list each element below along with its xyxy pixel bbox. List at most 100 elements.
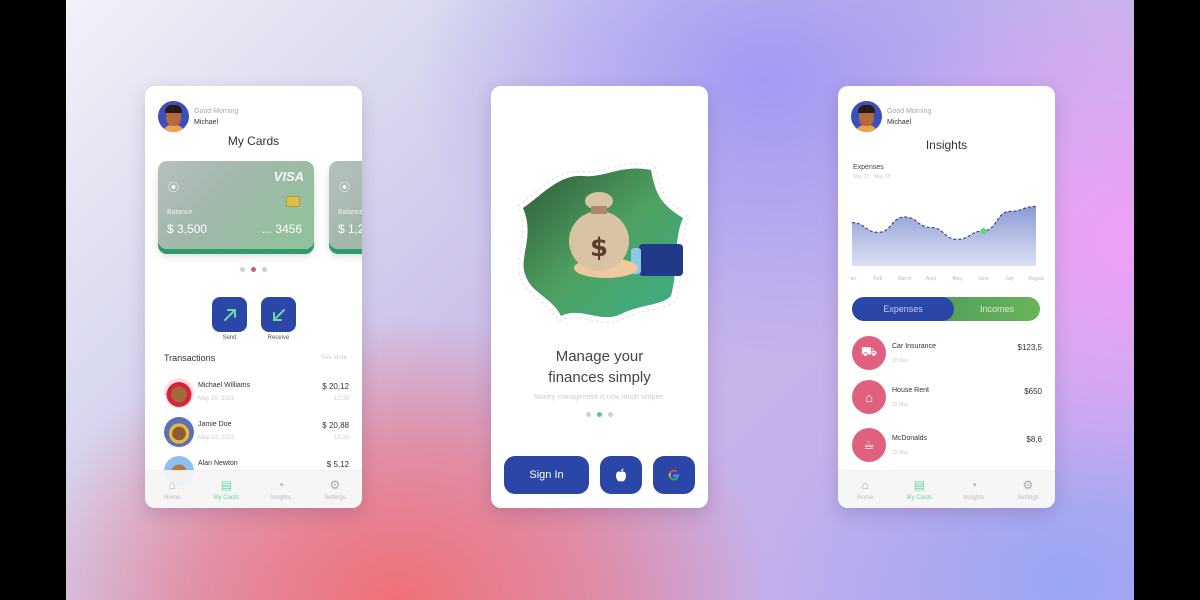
avatar[interactable] <box>851 101 882 132</box>
bottom-nav: ⌂ Home ▤ My Cards ◔ Insights ⚙ Settings <box>145 470 362 508</box>
expense-row[interactable]: ⛟ Car Insurance 15 May $123,5 <box>852 336 1042 374</box>
contactless-icon: ⦿ <box>168 182 179 194</box>
nav-label: Insights <box>963 495 984 501</box>
nav-settings[interactable]: ⚙ Settings <box>310 478 360 501</box>
card-icon: ▤ <box>913 478 926 492</box>
nav-label: Home <box>164 495 181 501</box>
sign-in-button[interactable]: Sign In <box>504 456 589 494</box>
car-icon: ⛟ <box>852 336 886 370</box>
nav-insights[interactable]: ◔ Insights <box>256 478 306 501</box>
greeting-header: Good Morning Michael <box>158 101 238 132</box>
transaction-name: Jamie Doe <box>198 421 232 428</box>
house-icon: ⌂ <box>852 380 886 414</box>
expense-row[interactable]: ☕ McDonalds 23 May $8,6 <box>852 428 1042 466</box>
card-balance: $ 3,500 <box>167 222 208 236</box>
x-tick-label: March <box>898 276 912 282</box>
credit-card[interactable]: ⦿ VISA Balance $ 3,500 ... 3456 <box>158 161 314 249</box>
transaction-row[interactable]: Michael Williams May 25, 2021 $ 20,12 12… <box>164 378 349 412</box>
google-icon <box>668 469 680 481</box>
transaction-amount: $ 20,88 <box>322 421 349 430</box>
send-button[interactable] <box>212 297 247 332</box>
x-tick-label: Jan <box>850 276 856 282</box>
tab-incomes[interactable]: Incomes <box>954 297 1040 321</box>
card-number: ... 3456 <box>261 222 302 236</box>
expense-amount: $123,5 <box>1017 343 1042 352</box>
transaction-time: 12:35 <box>333 396 349 402</box>
receive-button[interactable] <box>261 297 296 332</box>
home-icon: ⌂ <box>168 478 176 492</box>
apple-sign-in-button[interactable] <box>600 456 642 494</box>
user-name: Michael <box>194 118 219 126</box>
home-icon: ⌂ <box>861 478 869 492</box>
nav-settings[interactable]: ⚙ Settings <box>1003 478 1053 501</box>
nav-home[interactable]: ⌂ Home <box>147 478 197 501</box>
card-icon: ▤ <box>220 478 233 492</box>
avatar <box>164 378 194 408</box>
nav-label: Insights <box>270 495 291 501</box>
greeting-text: Good Morning <box>887 107 932 115</box>
tab-expenses[interactable]: Expenses <box>852 297 954 321</box>
nav-label: My Cards <box>213 495 240 501</box>
x-tick-label: April <box>926 276 936 282</box>
card-brand: VISA <box>273 169 304 184</box>
transaction-amount: $ 20,12 <box>322 382 349 391</box>
send-label: Send <box>222 335 237 341</box>
expenses-area-chart: Jan Feb March April May June July August <box>850 205 1044 282</box>
pager-dot[interactable] <box>240 267 245 272</box>
contactless-icon: ⦿ <box>339 182 350 194</box>
greeting-header: Good Morning Michael <box>851 101 931 132</box>
expense-amount: $650 <box>1024 387 1042 396</box>
transaction-row[interactable]: Jamie Doe May 23, 2021 $ 20,88 15:10 <box>164 417 349 451</box>
expense-row[interactable]: ⌂ House Rent 22 May $650 <box>852 380 1042 418</box>
credit-card[interactable]: ⦿ Balance $ 1,2 <box>329 161 362 249</box>
x-tick-label: July <box>1005 276 1014 282</box>
apple-icon <box>616 468 626 482</box>
pager-dot[interactable] <box>586 412 591 417</box>
chart-area <box>852 206 1036 266</box>
nav-insights[interactable]: ◔ Insights <box>949 478 999 501</box>
google-sign-in-button[interactable] <box>653 456 695 494</box>
nav-home[interactable]: ⌂ Home <box>840 478 890 501</box>
nav-label: Home <box>857 495 874 501</box>
nav-my-cards[interactable]: ▤ My Cards <box>894 478 944 501</box>
x-tick-label: May <box>952 276 962 282</box>
food-icon: ☕ <box>852 428 886 462</box>
user-name: Michael <box>887 118 912 126</box>
transaction-name: Alan Newton <box>198 460 238 467</box>
expense-date: 22 May <box>892 402 909 408</box>
pie-chart-icon: ◔ <box>277 478 285 492</box>
pager-dot-active[interactable] <box>251 267 256 272</box>
transaction-date: May 25, 2021 <box>198 396 235 402</box>
greeting-text: Good Morning <box>194 107 239 115</box>
gear-icon: ⚙ <box>1022 478 1034 492</box>
avatar[interactable] <box>158 101 189 132</box>
carousel-pager <box>145 267 362 272</box>
pie-chart-icon: ◔ <box>970 478 978 492</box>
transaction-amount: $ 5,12 <box>326 460 349 469</box>
onboarding-screen: $ Manage your finances simply Money manag… <box>491 86 708 508</box>
headline-line: Manage your <box>555 348 644 365</box>
bottom-nav: ⌂ Home ▤ My Cards ◔ Insights ⚙ Settings <box>838 470 1055 508</box>
page-title: My Cards <box>227 134 280 148</box>
balance-label: Balance <box>167 209 193 216</box>
nav-my-cards[interactable]: ▤ My Cards <box>201 478 251 501</box>
expense-name: McDonalds <box>892 435 928 442</box>
receive-label: Receive <box>267 335 290 341</box>
chip-icon <box>286 196 300 207</box>
insights-screen: Good Morning Michael Insights Expenses Ma… <box>838 86 1055 508</box>
expense-name: House Rent <box>892 387 929 394</box>
pager-dot[interactable] <box>262 267 267 272</box>
onboarding-subtitle: Money management is now much simpler. <box>534 394 665 401</box>
see-more-link[interactable]: See More <box>321 355 347 361</box>
card-balance: $ 1,2 <box>338 222 362 236</box>
arrow-up-right-icon <box>223 308 236 321</box>
onboarding-headline: Manage your finances simply <box>491 346 708 388</box>
gear-icon: ⚙ <box>329 478 341 492</box>
pager-dot-active[interactable] <box>597 412 602 417</box>
nav-label: Settings <box>324 495 346 501</box>
chart-title: Expenses <box>853 164 884 171</box>
chart-point[interactable] <box>980 228 987 234</box>
expense-name: Car Insurance <box>892 343 936 350</box>
avatar <box>164 417 194 447</box>
pager-dot[interactable] <box>608 412 613 417</box>
